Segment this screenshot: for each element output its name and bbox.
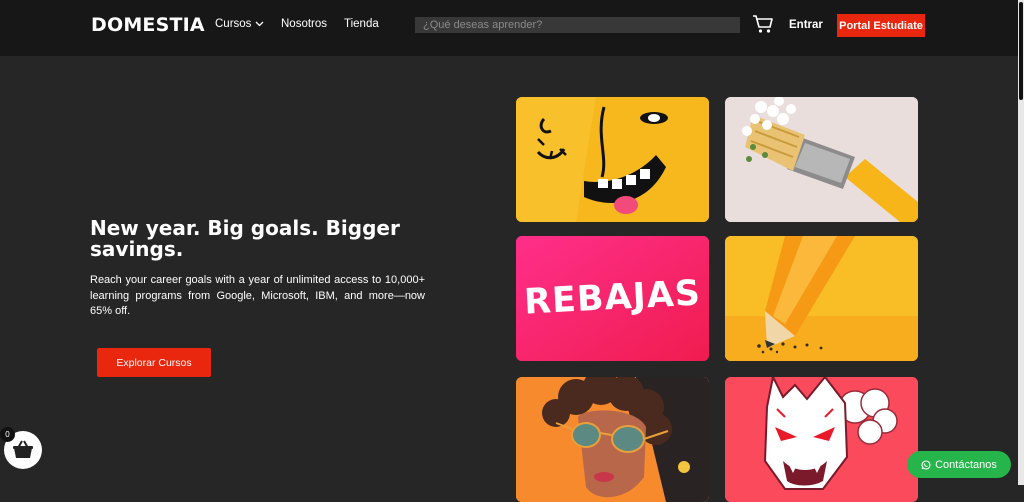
gallery-image-kitsune-mask bbox=[725, 377, 918, 502]
site-logo[interactable]: DOMESTIA bbox=[91, 14, 205, 36]
gallery-image-cartoon-face bbox=[516, 97, 709, 222]
nav-item-nosotros[interactable]: Nosotros bbox=[281, 18, 327, 30]
nav-item-label: Tienda bbox=[344, 18, 379, 30]
nav-item-label: Nosotros bbox=[281, 18, 328, 30]
contact-label: Contáctanos bbox=[935, 458, 997, 471]
gallery-image-paintbrush-flowers bbox=[725, 97, 918, 222]
whatsapp-icon bbox=[921, 459, 931, 470]
whatsapp-contact-button[interactable]: Contáctanos bbox=[907, 451, 1011, 478]
nav-item-label: Cursos bbox=[215, 18, 252, 30]
student-portal-button[interactable]: Portal Estudiate bbox=[837, 14, 925, 37]
chevron-down-icon bbox=[255, 21, 264, 27]
scrollbar-thumb[interactable] bbox=[1019, 2, 1023, 100]
hero-title: New year. Big goals. Bigger savings. bbox=[90, 216, 400, 261]
shopping-cart-icon[interactable] bbox=[752, 14, 774, 34]
search-input[interactable] bbox=[415, 17, 740, 33]
page-scrollbar[interactable] bbox=[1018, 0, 1024, 485]
top-navbar: DOMESTIA Cursos Nosotros Tienda Entrar P… bbox=[0, 0, 1018, 56]
gallery-image-pencil bbox=[725, 236, 918, 361]
hero-description: Reach your career goals with a year of u… bbox=[90, 274, 425, 317]
gallery-sale-banner[interactable]: REBAJAS bbox=[516, 236, 709, 361]
login-link[interactable]: Entrar bbox=[789, 19, 823, 31]
cart-count-badge: 0 bbox=[0, 427, 15, 442]
gallery-image-woman-sunglasses bbox=[516, 377, 709, 502]
nav-item-tienda[interactable]: Tienda bbox=[344, 18, 379, 30]
explore-courses-button[interactable]: Explorar Cursos bbox=[97, 348, 211, 377]
nav-item-cursos[interactable]: Cursos bbox=[215, 18, 264, 30]
